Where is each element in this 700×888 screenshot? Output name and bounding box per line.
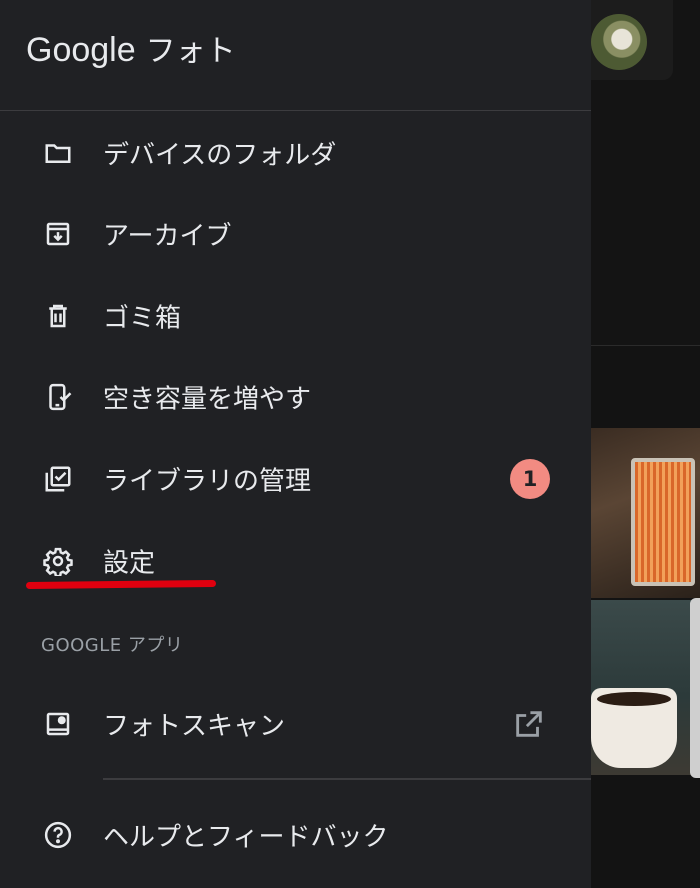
notification-badge: 1 [510,459,550,499]
menu-item-manage-library[interactable]: ライブラリの管理 1 [0,444,591,514]
help-icon [42,819,74,851]
photoscan-icon [42,708,74,740]
folder-icon [42,137,74,169]
menu-item-label: ゴミ箱 [103,303,182,334]
photo-content [631,458,695,586]
photo-content [597,692,671,706]
logo-product-name: フォト [145,34,236,69]
archive-icon [42,218,74,250]
photo-thumbnail[interactable] [591,600,700,775]
photo-thumbnail[interactable] [591,428,700,598]
menu-item-label: デバイスのフォルダ [103,140,337,171]
section-title-google-apps: GOOGLE アプリ [41,635,184,656]
trash-icon [42,300,74,332]
menu-item-archive[interactable]: アーカイブ [0,199,591,269]
logo-google-word: Google [26,31,136,69]
menu-item-label: ヘルプとフィードバック [103,822,389,853]
menu-item-device-folders[interactable]: デバイスのフォルダ [0,118,591,188]
menu-item-label: ライブラリの管理 [103,466,312,497]
menu-item-help-feedback[interactable]: ヘルプとフィードバック [0,800,591,870]
menu-item-trash[interactable]: ゴミ箱 [0,281,591,351]
menu-item-label: アーカイブ [103,221,232,252]
menu-item-label: 空き容量を増やす [103,384,312,415]
divider [103,778,591,780]
navigation-drawer: Google フォト デバイスのフォルダ アーカイブ ゴミ箱 空き容量を増やす … [0,0,591,888]
google-photos-logo: Google フォト [26,26,236,70]
open-external-icon [512,707,546,741]
menu-item-label: 設定 [103,548,156,579]
fast-scroll-handle[interactable] [690,598,700,778]
library-check-icon [42,463,74,495]
gear-icon [42,545,74,577]
menu-item-label: フォトスキャン [103,711,286,742]
avatar[interactable] [591,14,647,70]
phone-check-icon [42,381,74,413]
drawer-header: Google フォト [0,0,591,111]
menu-item-photoscan[interactable]: フォトスキャン [0,689,591,759]
menu-item-free-up-space[interactable]: 空き容量を増やす [0,362,591,432]
